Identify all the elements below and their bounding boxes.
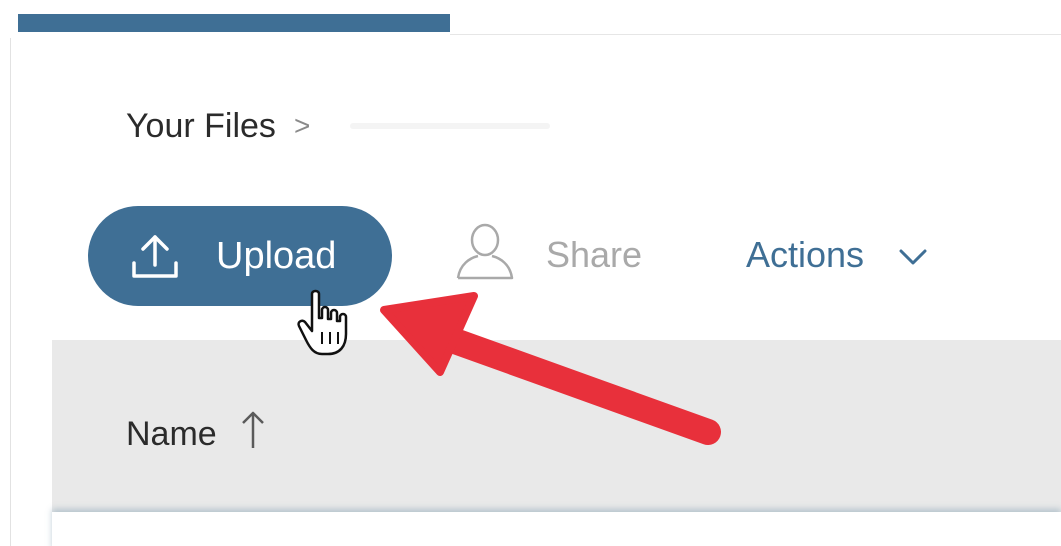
breadcrumb: Your Files > xyxy=(126,104,551,148)
breadcrumb-separator: > xyxy=(293,110,311,141)
table-row[interactable] xyxy=(52,512,1061,546)
active-tab-indicator xyxy=(18,14,450,32)
share-button[interactable]: Share xyxy=(454,220,642,290)
arrow-up-icon[interactable] xyxy=(241,410,265,459)
top-divider xyxy=(450,34,1061,35)
actions-dropdown-label: Actions xyxy=(746,234,865,275)
column-header-name-label: Name xyxy=(126,415,217,453)
upload-icon xyxy=(130,231,180,281)
breadcrumb-current-folder[interactable] xyxy=(350,123,551,129)
breadcrumb-root-link[interactable]: Your Files xyxy=(126,107,276,146)
hand-cursor-icon xyxy=(297,289,348,356)
actions-dropdown[interactable]: Actions xyxy=(746,220,928,290)
share-button-label: Share xyxy=(546,234,643,275)
user-outline-icon xyxy=(454,220,516,291)
left-divider xyxy=(10,38,11,546)
upload-button-label: Upload xyxy=(216,234,337,277)
files-page: Your Files > Upload Share Actions Name xyxy=(0,0,1061,546)
column-header-name[interactable]: Name xyxy=(126,410,265,459)
chevron-down-icon xyxy=(898,234,928,276)
